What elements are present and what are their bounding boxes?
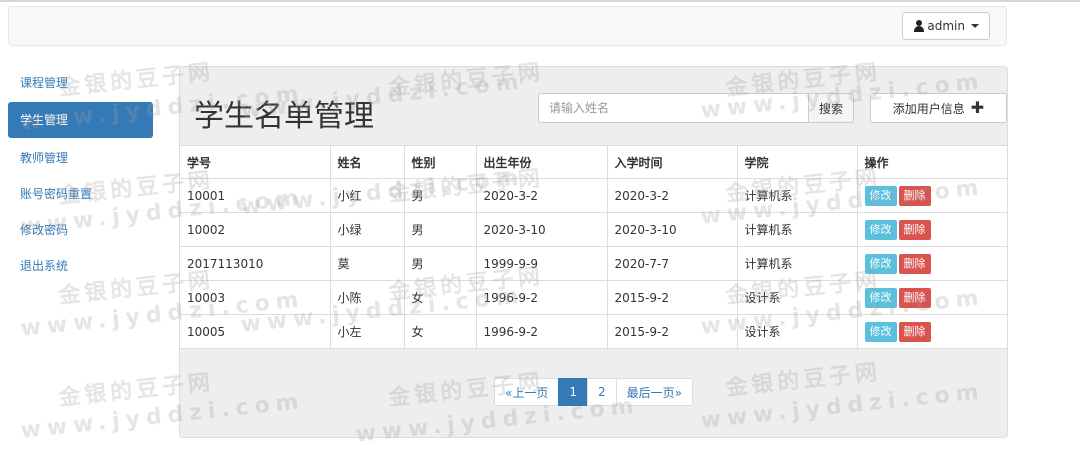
cell-student-id: 10001 bbox=[180, 178, 331, 213]
cell-college: 计算机系 bbox=[736, 178, 858, 213]
column-header: 入学时间 bbox=[606, 145, 738, 179]
cell-birth: 1999-9-9 bbox=[475, 246, 608, 281]
cell-actions: 修改 删除 bbox=[856, 246, 1007, 281]
cell-name: 小陈 bbox=[329, 280, 405, 315]
sidebar-item-label: 账号密码重置 bbox=[20, 187, 93, 201]
top-border bbox=[0, 0, 1080, 2]
cell-gender: 女 bbox=[403, 314, 477, 349]
user-menu-button[interactable]: admin bbox=[902, 12, 990, 40]
cell-student-id: 10005 bbox=[180, 314, 331, 349]
cell-birth: 1996-9-2 bbox=[475, 314, 608, 349]
cell-birth: 2020-3-10 bbox=[475, 212, 608, 247]
user-icon bbox=[913, 20, 925, 32]
cell-student-id: 10002 bbox=[180, 212, 331, 247]
sidebar: 课程管理 学生管理 教师管理 账号密码重置 修改密码 退出系统 bbox=[8, 70, 153, 288]
column-header: 姓名 bbox=[329, 145, 405, 179]
pagination-page-2[interactable]: 2 bbox=[586, 378, 617, 406]
cell-enroll: 2015-9-2 bbox=[606, 280, 738, 315]
cell-name: 莫 bbox=[329, 246, 405, 281]
student-table: 学号 姓名 性别 出生年份 入学时间 学院 操作 10001 小红 男 2020… bbox=[180, 145, 1007, 349]
table-row: 2017113010 莫 男 1999-9-9 2020-7-7 计算机系 修改… bbox=[180, 246, 1007, 281]
sidebar-item-students[interactable]: 学生管理 bbox=[8, 102, 153, 138]
cell-name: 小绿 bbox=[329, 212, 405, 247]
cell-college: 设计系 bbox=[736, 314, 858, 349]
sidebar-item-label: 课程管理 bbox=[20, 76, 69, 90]
pagination-page-1[interactable]: 1 bbox=[558, 378, 588, 406]
cell-actions: 修改 删除 bbox=[856, 314, 1007, 349]
cell-enroll: 2020-3-10 bbox=[606, 212, 738, 247]
sidebar-item-label: 修改密码 bbox=[20, 223, 69, 237]
cell-college: 计算机系 bbox=[736, 212, 858, 247]
sidebar-item-label: 学生管理 bbox=[20, 113, 69, 127]
sidebar-item-courses[interactable]: 课程管理 bbox=[8, 70, 153, 102]
delete-button[interactable]: 删除 bbox=[898, 287, 931, 308]
cell-student-id: 10003 bbox=[180, 280, 331, 315]
cell-college: 计算机系 bbox=[736, 246, 858, 281]
caret-down-icon bbox=[971, 24, 979, 28]
cell-college: 设计系 bbox=[736, 280, 858, 315]
table-row: 10002 小绿 男 2020-3-10 2020-3-10 计算机系 修改 删除 bbox=[180, 212, 1007, 247]
sidebar-item-label: 教师管理 bbox=[20, 151, 69, 165]
table-row: 10005 小左 女 1996-9-2 2015-9-2 设计系 修改 删除 bbox=[180, 314, 1007, 349]
add-user-button[interactable]: 添加用户信息 ✚ bbox=[870, 93, 1007, 123]
delete-button[interactable]: 删除 bbox=[898, 185, 931, 206]
cell-gender: 男 bbox=[403, 178, 477, 213]
cell-actions: 修改 删除 bbox=[856, 280, 1007, 315]
sidebar-item-reset-password[interactable]: 账号密码重置 bbox=[8, 180, 153, 216]
cell-actions: 修改 删除 bbox=[856, 178, 1007, 213]
sidebar-item-change-password[interactable]: 修改密码 bbox=[8, 216, 153, 252]
column-header: 性别 bbox=[403, 145, 477, 179]
cell-gender: 女 bbox=[403, 280, 477, 315]
sidebar-item-teachers[interactable]: 教师管理 bbox=[8, 144, 153, 180]
delete-button[interactable]: 删除 bbox=[898, 321, 931, 342]
sidebar-item-logout[interactable]: 退出系统 bbox=[8, 252, 153, 288]
edit-button[interactable]: 修改 bbox=[864, 185, 897, 206]
delete-button[interactable]: 删除 bbox=[898, 253, 931, 274]
navbar: admin bbox=[8, 6, 1007, 46]
edit-button[interactable]: 修改 bbox=[864, 253, 897, 274]
edit-button[interactable]: 修改 bbox=[864, 219, 897, 240]
edit-button[interactable]: 修改 bbox=[864, 321, 897, 342]
search-input[interactable] bbox=[538, 93, 808, 123]
pagination-prev[interactable]: «上一页 bbox=[494, 378, 560, 406]
pagination: «上一页 1 2 最后一页» bbox=[494, 378, 693, 406]
cell-enroll: 2015-9-2 bbox=[606, 314, 738, 349]
pagination-last[interactable]: 最后一页» bbox=[615, 378, 693, 406]
main-panel: 学生名单管理 搜索 添加用户信息 ✚ 学号 姓名 性别 出生年份 入学时间 学院… bbox=[179, 66, 1008, 438]
cell-birth: 2020-3-2 bbox=[475, 178, 608, 213]
cell-enroll: 2020-7-7 bbox=[606, 246, 738, 281]
table-header-row: 学号 姓名 性别 出生年份 入学时间 学院 操作 bbox=[180, 145, 1007, 179]
edit-button[interactable]: 修改 bbox=[864, 287, 897, 308]
column-header: 操作 bbox=[856, 145, 1007, 179]
column-header: 学院 bbox=[736, 145, 858, 179]
column-header: 出生年份 bbox=[475, 145, 608, 179]
cell-student-id: 2017113010 bbox=[180, 246, 331, 281]
cell-enroll: 2020-3-2 bbox=[606, 178, 738, 213]
cell-actions: 修改 删除 bbox=[856, 212, 1007, 247]
user-label: admin bbox=[927, 19, 965, 33]
cell-gender: 男 bbox=[403, 246, 477, 281]
table-row: 10001 小红 男 2020-3-2 2020-3-2 计算机系 修改 删除 bbox=[180, 178, 1007, 213]
column-header: 学号 bbox=[180, 145, 331, 179]
cell-gender: 男 bbox=[403, 212, 477, 247]
search-button[interactable]: 搜索 bbox=[808, 93, 855, 123]
sidebar-item-label: 退出系统 bbox=[20, 259, 69, 273]
search-group: 搜索 bbox=[538, 93, 855, 123]
plus-icon: ✚ bbox=[970, 98, 985, 117]
cell-name: 小红 bbox=[329, 178, 405, 213]
table-row: 10003 小陈 女 1996-9-2 2015-9-2 设计系 修改 删除 bbox=[180, 280, 1007, 315]
delete-button[interactable]: 删除 bbox=[898, 219, 931, 240]
add-user-label: 添加用户信息 bbox=[892, 101, 965, 116]
cell-name: 小左 bbox=[329, 314, 405, 349]
page-title: 学生名单管理 bbox=[194, 99, 374, 134]
cell-birth: 1996-9-2 bbox=[475, 280, 608, 315]
